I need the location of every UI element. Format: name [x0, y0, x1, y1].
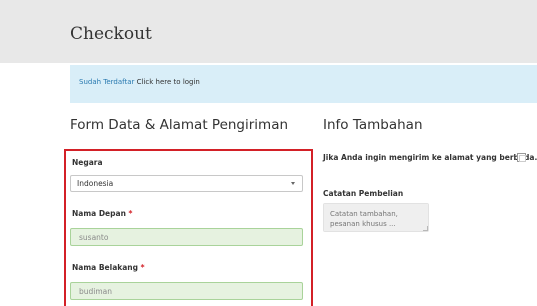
page-header: Checkout [0, 0, 537, 63]
page-title: Checkout [70, 24, 152, 44]
order-notes-textarea[interactable] [323, 203, 429, 232]
country-label: Negara [72, 158, 103, 167]
last-name-required-mark: * [140, 263, 145, 272]
order-notes-label: Catatan Pembelian [323, 189, 404, 198]
chevron-down-icon [291, 182, 295, 185]
first-name-label: Nama Depan * [72, 209, 132, 218]
first-name-required-mark: * [128, 209, 133, 218]
country-label-text: Negara [72, 158, 103, 167]
ship-different-checkbox[interactable] [517, 153, 526, 162]
first-name-label-text: Nama Depan [72, 209, 126, 218]
country-select-value: Indonesia [77, 179, 114, 188]
login-notice: Sudah Terdaftar Click here to login [70, 65, 537, 103]
login-link[interactable]: Click here to login [137, 78, 200, 86]
login-notice-prefix: Sudah Terdaftar [79, 78, 135, 86]
resize-grip-icon[interactable] [423, 226, 428, 231]
additional-info-heading: Info Tambahan [323, 117, 423, 133]
first-name-field[interactable] [70, 228, 303, 246]
country-select[interactable]: Indonesia [70, 175, 303, 192]
billing-section-heading: Form Data & Alamat Pengiriman [70, 117, 289, 133]
login-notice-text: Sudah Terdaftar Click here to login [79, 78, 200, 86]
ship-different-label: Jika Anda ingin mengirim ke alamat yang … [323, 153, 537, 162]
last-name-label: Nama Belakang * [72, 263, 145, 272]
checkout-page: Checkout Sudah Terdaftar Click here to l… [0, 0, 537, 306]
last-name-field[interactable] [70, 282, 303, 300]
last-name-label-text: Nama Belakang [72, 263, 139, 272]
